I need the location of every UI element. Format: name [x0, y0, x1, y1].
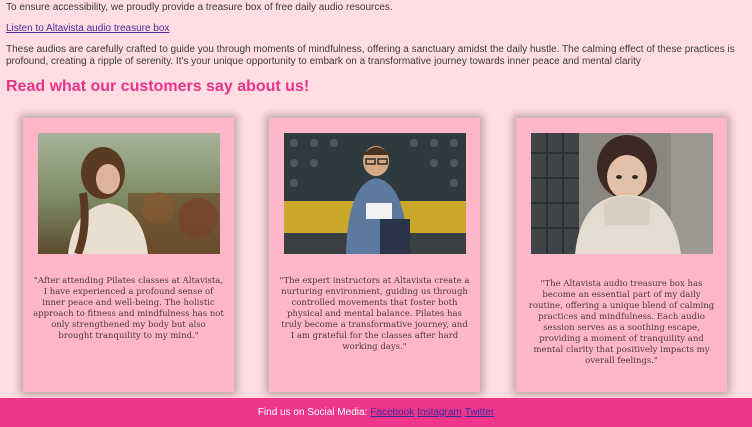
customer-photo — [38, 133, 220, 254]
testimonials-heading: Read what our customers say about us! — [6, 78, 310, 95]
testimonial-card: "After attending Pilates classes at Alta… — [23, 118, 234, 392]
testimonial-quote: "The Altavista audio treasure box has be… — [528, 279, 715, 366]
testimonial-quote: "After attending Pilates classes at Alta… — [33, 276, 224, 341]
twitter-link[interactable]: Twitter — [465, 407, 494, 418]
audio-description: These audios are carefully crafted to gu… — [6, 44, 735, 67]
facebook-link[interactable]: Facebook — [370, 407, 414, 418]
testimonial-card: "The Altavista audio treasure box has be… — [516, 118, 727, 392]
customer-photo — [284, 133, 466, 254]
testimonial-card: "The expert instructors at Altavista cre… — [269, 118, 480, 392]
intro-text: To ensure accessibility, we proudly prov… — [6, 2, 393, 13]
customer-photo — [531, 133, 713, 254]
testimonial-quote: "The expert instructors at Altavista cre… — [279, 276, 470, 352]
social-media-label: Find us on Social Media: — [257, 407, 368, 418]
audio-treasure-box-link[interactable]: Listen to Altavista audio treasure box — [6, 23, 169, 34]
social-media-footer: Find us on Social Media: Facebook Instag… — [0, 398, 752, 427]
instagram-link[interactable]: Instagram — [417, 407, 461, 418]
